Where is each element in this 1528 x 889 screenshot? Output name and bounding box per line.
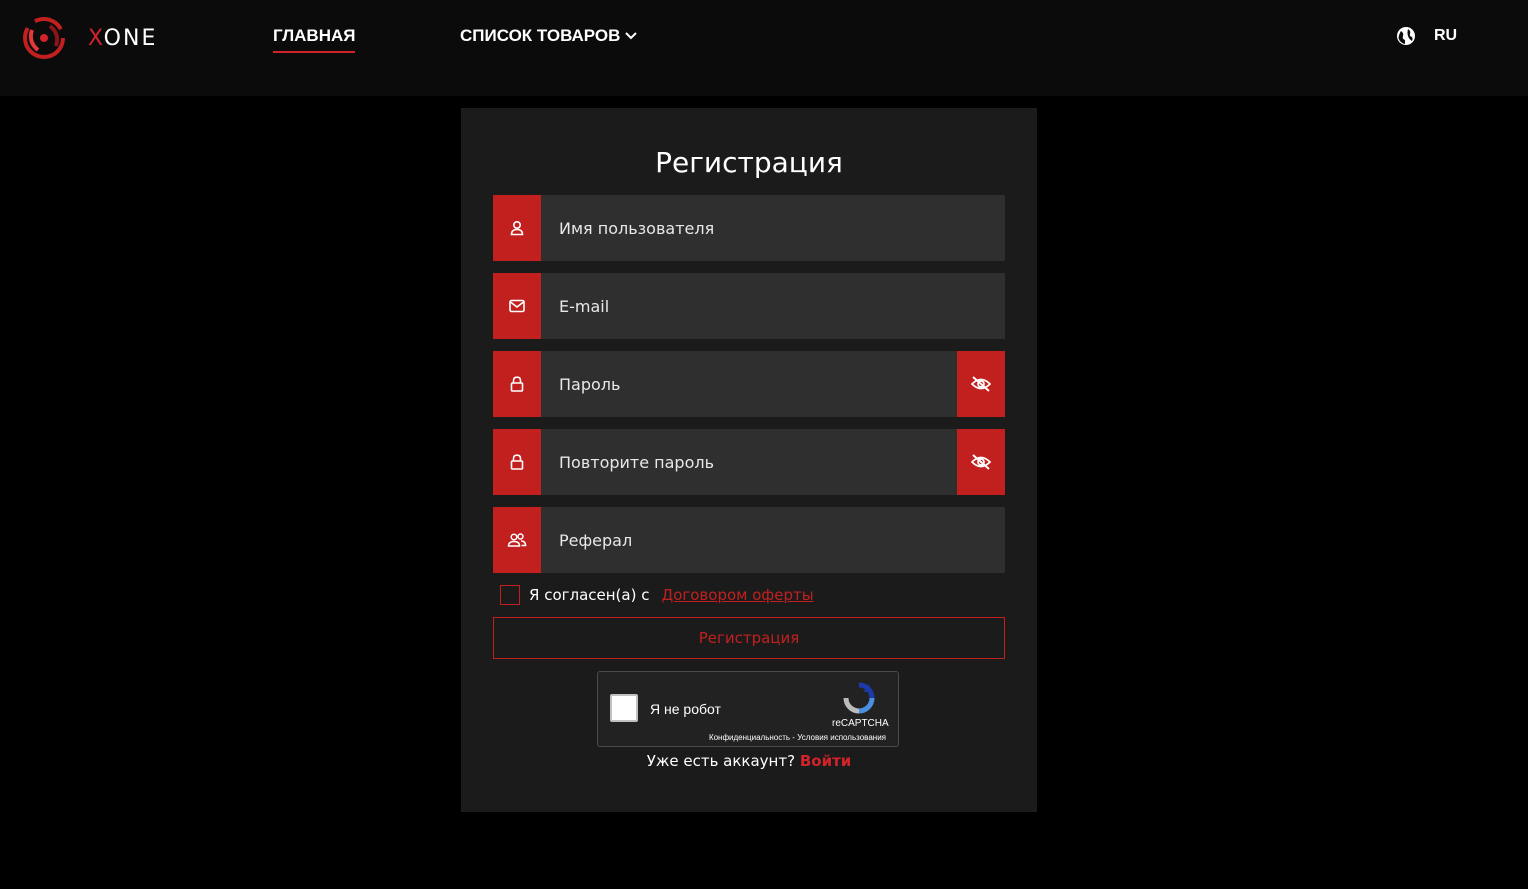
- terms-link[interactable]: Договором оферты: [661, 586, 813, 604]
- referral-input[interactable]: [541, 507, 1005, 573]
- confirm-password-input[interactable]: [541, 429, 957, 495]
- lock-icon: [493, 429, 541, 495]
- recaptcha-brand: reCAPTCHA: [832, 718, 889, 729]
- username-input[interactable]: [541, 195, 1005, 261]
- mail-icon: [493, 273, 541, 339]
- login-prompt: Уже есть аккаунт? Войти: [461, 752, 1037, 770]
- eye-slash-icon: [970, 454, 992, 470]
- terms-agreement: Я согласен(а) с Договором оферты: [500, 585, 814, 605]
- terms-checkbox[interactable]: [500, 585, 520, 605]
- globe-icon: [1397, 27, 1415, 45]
- logo-text: XONE: [88, 26, 157, 51]
- language-label: RU: [1434, 27, 1458, 44]
- email-input[interactable]: [541, 273, 1005, 339]
- nav-products-dropdown[interactable]: СПИСОК ТОВАРОВ: [460, 26, 638, 46]
- password-field: [493, 351, 1005, 417]
- nav-home-label: ГЛАВНАЯ: [273, 26, 356, 45]
- confirm-password-field: [493, 429, 1005, 495]
- chevron-down-icon: [625, 32, 638, 40]
- recaptcha-checkbox[interactable]: [610, 694, 638, 722]
- logo-text-accent: X: [88, 25, 104, 51]
- terms-text: Я согласен(а) с: [529, 586, 650, 604]
- confirm-password-visibility-toggle[interactable]: [957, 429, 1005, 495]
- register-button[interactable]: Регистрация: [493, 617, 1005, 659]
- username-field: [493, 195, 1005, 261]
- user-icon: [493, 195, 541, 261]
- recaptcha-logo-icon: [843, 682, 875, 714]
- referral-field: [493, 507, 1005, 573]
- recaptcha-links[interactable]: Конфиденциальность - Условия использован…: [598, 733, 886, 742]
- email-field: [493, 273, 1005, 339]
- logo-icon: [23, 17, 65, 59]
- nav-products-label: СПИСОК ТОВАРОВ: [460, 26, 621, 45]
- recaptcha-widget: Я не робот reCAPTCHA Конфиденциальность …: [597, 671, 899, 747]
- language-switcher[interactable]: RU: [1396, 26, 1457, 46]
- users-icon: [493, 507, 541, 573]
- password-visibility-toggle[interactable]: [957, 351, 1005, 417]
- eye-slash-icon: [970, 376, 992, 392]
- logo-text-rest: ONE: [103, 25, 158, 51]
- recaptcha-label: Я не робот: [650, 701, 721, 717]
- nav-home[interactable]: ГЛАВНАЯ: [273, 26, 356, 53]
- login-link[interactable]: Войти: [800, 752, 851, 770]
- lock-icon: [493, 351, 541, 417]
- page-title: Регистрация: [655, 146, 843, 179]
- password-input[interactable]: [541, 351, 957, 417]
- logo[interactable]: XONE: [22, 16, 157, 60]
- login-prompt-text: Уже есть аккаунт?: [646, 752, 796, 770]
- top-navbar: XONE ГЛАВНАЯ СПИСОК ТОВАРОВ RU: [0, 0, 1528, 96]
